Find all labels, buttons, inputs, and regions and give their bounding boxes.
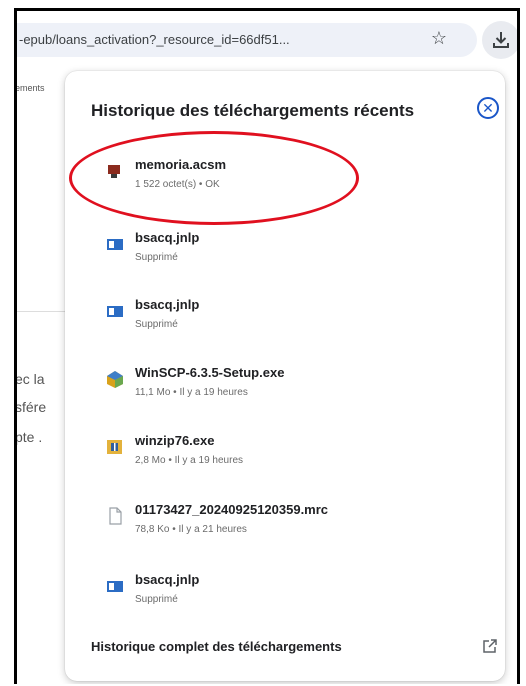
download-status: 1 522 octet(s) • OK: [135, 179, 220, 190]
page-text-fragment: pte .: [15, 429, 43, 445]
download-status: 11,1 Mo • Il y a 19 heures: [135, 387, 248, 398]
open-external-icon[interactable]: [481, 637, 499, 655]
download-filename[interactable]: memoria.acsm: [135, 157, 226, 172]
screenshot-frame: -epub/loans_activation?_resource_id=66df…: [14, 8, 520, 684]
jnlp-file-icon: [107, 239, 123, 250]
address-bar[interactable]: -epub/loans_activation?_resource_id=66df…: [17, 23, 477, 57]
download-item[interactable]: bsacq.jnlp Supprimé: [65, 293, 505, 355]
download-filename[interactable]: bsacq.jnlp: [135, 230, 199, 245]
full-history-link[interactable]: Historique complet des téléchargements: [91, 639, 342, 654]
download-status: Supprimé: [135, 252, 178, 263]
jnlp-file-icon: [107, 581, 123, 592]
url-text[interactable]: -epub/loans_activation?_resource_id=66df…: [19, 32, 290, 47]
downloads-panel: Historique des téléchargements récents ✕…: [65, 71, 505, 681]
download-item[interactable]: bsacq.jnlp Supprimé: [65, 568, 505, 630]
page-divider: [17, 311, 65, 312]
download-filename[interactable]: winzip76.exe: [135, 433, 214, 448]
download-filename[interactable]: WinSCP-6.3.5-Setup.exe: [135, 365, 284, 380]
close-icon[interactable]: ✕: [477, 97, 499, 119]
download-filename[interactable]: 01173427_20240925120359.mrc: [135, 502, 328, 517]
download-status: Supprimé: [135, 594, 178, 605]
browser-toolbar: -epub/loans_activation?_resource_id=66df…: [17, 11, 517, 71]
download-item[interactable]: WinSCP-6.3.5-Setup.exe 11,1 Mo • Il y a …: [65, 361, 505, 423]
star-icon[interactable]: ☆: [427, 28, 451, 49]
panel-title: Historique des téléchargements récents: [91, 101, 415, 120]
generic-file-icon: [109, 507, 122, 525]
jnlp-file-icon: [107, 306, 123, 317]
winzip-installer-icon: [107, 440, 122, 454]
download-status: 78,8 Ko • Il y a 21 heures: [135, 524, 247, 535]
download-item[interactable]: winzip76.exe 2,8 Mo • Il y a 19 heures: [65, 429, 505, 491]
acsm-file-icon: [108, 165, 120, 178]
download-item[interactable]: 01173427_20240925120359.mrc 78,8 Ko • Il…: [65, 498, 505, 560]
downloads-button[interactable]: [482, 21, 517, 59]
page-text-fragment: sfére: [15, 399, 47, 415]
download-item[interactable]: memoria.acsm 1 522 octet(s) • OK: [65, 153, 505, 215]
winscp-installer-icon: [107, 371, 123, 388]
download-status: Supprimé: [135, 319, 178, 330]
download-filename[interactable]: bsacq.jnlp: [135, 572, 199, 587]
download-filename[interactable]: bsacq.jnlp: [135, 297, 199, 312]
download-item[interactable]: bsacq.jnlp Supprimé: [65, 226, 505, 288]
page-text-fragment: ements: [15, 83, 45, 93]
download-icon: [493, 32, 509, 48]
download-status: 2,8 Mo • Il y a 19 heures: [135, 455, 244, 466]
page-text-fragment: ec la: [15, 371, 45, 387]
